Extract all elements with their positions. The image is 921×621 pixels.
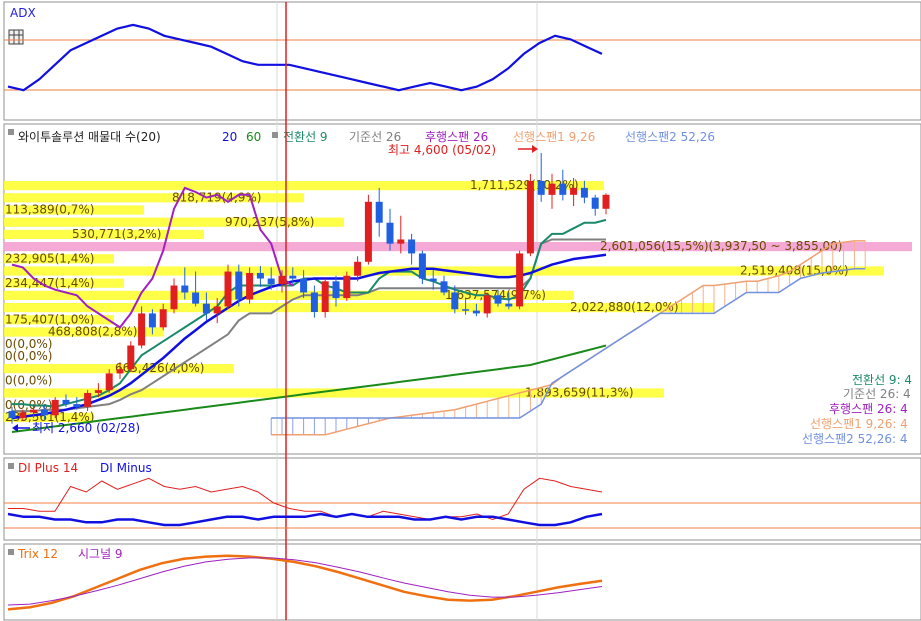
candle-body [462,309,470,311]
di-plus-title: DI Plus 14 [18,461,78,475]
candle-body [537,180,545,195]
candle-body [397,239,405,244]
candle-body [192,292,200,304]
candle-body [267,278,275,285]
candle-body [570,187,578,195]
candle-body [105,373,113,391]
candle-body [332,281,340,299]
candle-body [84,392,92,407]
candle-body [19,412,27,419]
candle-body [148,313,156,328]
candle-body [472,310,480,314]
candle-body [40,409,48,416]
candle-body [580,187,588,198]
legend-separator [272,132,278,138]
candle-body [516,253,524,307]
candle-body [8,411,16,419]
main-title: 와이투솔루션 매물대 수(20) [18,130,161,144]
candle-body [213,306,221,314]
candle-body [591,197,599,209]
candle-body [310,292,318,313]
di-collapse-icon[interactable] [8,463,14,469]
candle-body [408,239,416,254]
candle-body [429,278,437,282]
volume-profile-label: 530,771(3,2%) [72,227,161,241]
candle-body [127,345,135,370]
legend-span2: 선행스팬2 52,26 [625,129,715,144]
candle-body [289,275,297,279]
legend-ma20: 20 [222,130,237,144]
right-label-span1: 선행스팬1 9,26: 4 [810,416,908,431]
right-label-lagging: 후행스팬 26: 4 [829,401,908,416]
low-label: 최저 2,660 (02/28) [32,421,140,435]
legend-span1: 선행스팬1 9,26 [513,129,595,144]
candle-body [354,261,362,276]
candle-body [483,295,491,314]
candle-body [494,295,502,304]
candle-body [451,292,459,310]
collapse-icon[interactable] [8,129,14,135]
di-minus-title: DI Minus [100,461,152,475]
candle-body [548,183,556,195]
trix-collapse-icon[interactable] [8,549,14,555]
high-label: 최고 4,600 (05/02) [388,143,496,157]
candle-body [602,194,610,209]
candle-body [364,201,372,262]
volume-profile-label: 2,601,056(15,5%)(3,937,50 ~ 3,855,00) [600,239,842,253]
candle-body [224,271,232,307]
right-label-base: 기준선 26: 4 [843,387,911,401]
volume-profile-label: 970,237(5,8%) [225,215,314,229]
adx-title: ADX [10,6,36,20]
candle-body [51,399,59,416]
candle-body [321,281,329,313]
trix-title: Trix 12 [17,547,58,561]
candle-body [181,285,189,293]
legend-conversion: 전환선 9 [283,130,328,144]
candle-body [300,278,308,293]
candle-body [246,272,254,300]
legend-lagging: 후행스팬 26 [425,129,488,144]
volume-profile-label: 818,719(4,9%) [172,190,261,204]
volume-profile-label: 232,905(1,4%) [5,251,94,265]
volume-profile-label: 0(0,0%) [5,349,52,363]
trix-panel [3,543,921,621]
adx-panel [3,1,921,121]
legend-ma60: 60 [246,130,261,144]
candle-body [159,309,167,328]
candle-body [170,285,178,310]
right-label-span2: 선행스팬2 52,26: 4 [802,431,907,446]
candle-body [278,275,286,285]
candle-body [386,222,394,244]
candle-body [440,281,448,293]
candle-body [526,180,534,254]
volume-profile-label: 468,808(2,8%) [48,325,137,339]
volume-profile-label: 0(0,0%) [5,373,52,387]
candle-body [256,272,264,279]
candle-body [235,271,243,300]
grid-toggle-icon[interactable] [8,29,24,45]
legend-base: 기준선 26 [349,130,401,144]
candle-body [94,390,102,393]
candle-body [505,303,513,307]
candle-body [138,313,146,346]
candle-body [202,303,210,314]
candle-body [418,253,426,279]
candle-body [73,404,81,407]
volume-profile-label: 2,519,408(15,0%) [740,264,849,278]
candle-body [375,201,383,223]
volume-profile-label: 113,389(0,7%) [5,203,94,217]
trix-signal-title: 시그널 9 [78,547,123,561]
candle-body [343,275,351,299]
right-label-conversion: 전환선 9: 4 [852,373,912,387]
candle-body [116,369,124,374]
candle-body [559,183,567,195]
candle-body [62,399,70,405]
candle-body [30,409,38,413]
stock-chart: ADX 와이투솔루션 매물대 수(20) 20 60 전환선 9 기준선 26 … [3,1,921,621]
